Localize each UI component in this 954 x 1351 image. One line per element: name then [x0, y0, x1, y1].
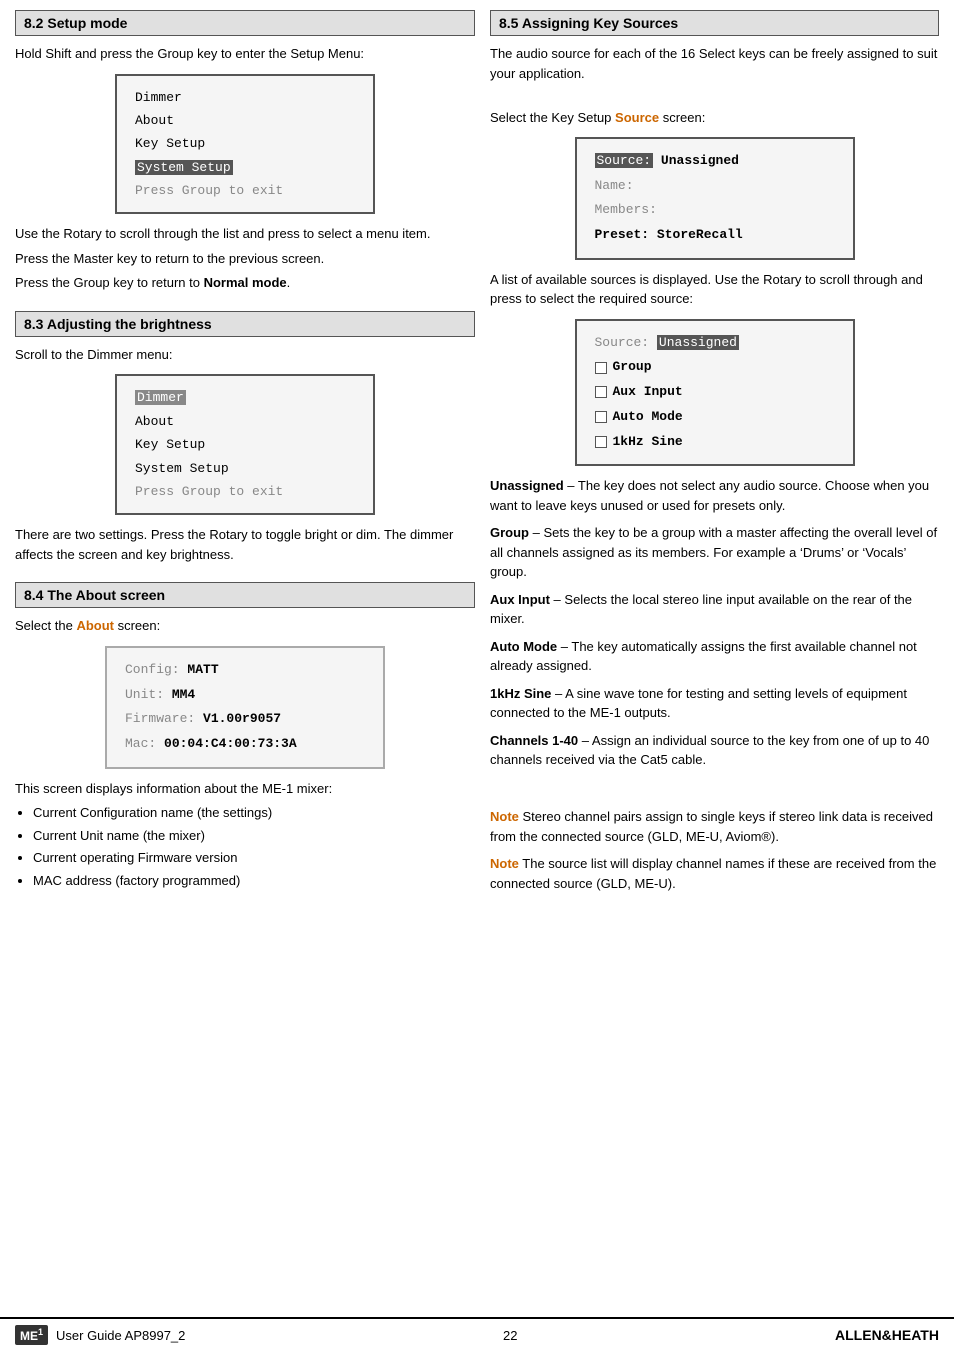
about-unit: Unit: MM4 [125, 683, 365, 708]
menu-item-pressgroup: Press Group to exit [135, 179, 355, 202]
menu-item-systemsetup: System Setup [135, 156, 355, 179]
source-list-aux: Aux Input [595, 380, 835, 405]
section-83: 8.3 Adjusting the brightness Scroll to t… [15, 311, 475, 564]
menu-item-about: About [135, 109, 355, 132]
left-column: 8.2 Setup mode Hold Shift and press the … [15, 10, 475, 1307]
desc-unassigned: Unassigned – The key does not select any… [490, 476, 939, 515]
note-2: Note The source list will display channe… [490, 854, 939, 893]
checkbox-group [595, 362, 607, 374]
section-85-source-list: Source: Unassigned Group Aux Input Auto … [575, 319, 855, 466]
section-83-menu: Dimmer About Key Setup System Setup Pres… [115, 374, 375, 515]
desc-1khz: 1kHz Sine – A sine wave tone for testing… [490, 684, 939, 723]
section-82-menu: Dimmer About Key Setup System Setup Pres… [115, 74, 375, 215]
section-85: 8.5 Assigning Key Sources The audio sour… [490, 10, 939, 893]
desc-group: Group – Sets the key to be a group with … [490, 523, 939, 582]
bullet-4: MAC address (factory programmed) [33, 871, 475, 891]
desc-automode: Auto Mode – The key automatically assign… [490, 637, 939, 676]
desc-aux: Aux Input – Selects the local stereo lin… [490, 590, 939, 629]
about-mac: Mac: 00:04:C4:00:73:3A [125, 732, 365, 757]
source-row-name: Name: [595, 174, 835, 199]
section-84-body: Select the About screen: Config: MATT Un… [15, 616, 475, 890]
right-column: 8.5 Assigning Key Sources The audio sour… [490, 10, 939, 1307]
menu-item-keysetup: Key Setup [135, 132, 355, 155]
section-84: 8.4 The About screen Select the About sc… [15, 582, 475, 890]
section-85-header: 8.5 Assigning Key Sources [490, 10, 939, 36]
checkbox-aux [595, 386, 607, 398]
source-row-source: Source: Unassigned [595, 149, 835, 174]
source-list-source-label: Source: Unassigned [595, 331, 835, 356]
about-config: Config: MATT [125, 658, 365, 683]
menu-item-systemsetup-83: System Setup [135, 457, 355, 480]
footer-page-number: 22 [503, 1328, 517, 1343]
note-1: Note Stereo channel pairs assign to sing… [490, 807, 939, 846]
menu-item-dimmer: Dimmer [135, 86, 355, 109]
source-row-members: Members: [595, 198, 835, 223]
source-row-preset: Preset: StoreRecall [595, 223, 835, 248]
menu-item-pressgroup-83: Press Group to exit [135, 480, 355, 503]
source-list-1khz: 1kHz Sine [595, 430, 835, 455]
footer-guide-text: User Guide AP8997_2 [56, 1328, 185, 1343]
bullet-1: Current Configuration name (the settings… [33, 803, 475, 823]
footer: ME1 User Guide AP8997_2 22 ALLEN&HEATH [0, 1317, 954, 1351]
menu-item-keysetup-83: Key Setup [135, 433, 355, 456]
checkbox-1khz [595, 436, 607, 448]
section-82: 8.2 Setup mode Hold Shift and press the … [15, 10, 475, 293]
checkbox-automode [595, 411, 607, 423]
section-85-notes: Note Stereo channel pairs assign to sing… [490, 807, 939, 893]
menu-item-dimmer-selected: Dimmer [135, 386, 355, 409]
section-84-bullets: Current Configuration name (the settings… [33, 803, 475, 890]
badge-super: 1 [38, 1327, 43, 1337]
menu-item-about-83: About [135, 410, 355, 433]
footer-left: ME1 User Guide AP8997_2 [15, 1325, 185, 1345]
section-85-descriptions: Unassigned – The key does not select any… [490, 476, 939, 770]
footer-brand: ALLEN&HEATH [835, 1327, 939, 1343]
section-84-header: 8.4 The About screen [15, 582, 475, 608]
section-85-source-box: Source: Unassigned Name: Members: Preset… [575, 137, 855, 260]
desc-channels: Channels 1-40 – Assign an individual sou… [490, 731, 939, 770]
bullet-3: Current operating Firmware version [33, 848, 475, 868]
section-84-about-box: Config: MATT Unit: MM4 Firmware: V1.00r9… [105, 646, 385, 769]
me1-badge: ME1 [15, 1325, 48, 1345]
section-85-body: The audio source for each of the 16 Sele… [490, 44, 939, 893]
main-content: 8.2 Setup mode Hold Shift and press the … [0, 0, 954, 1317]
about-firmware: Firmware: V1.00r9057 [125, 707, 365, 732]
bullet-2: Current Unit name (the mixer) [33, 826, 475, 846]
section-83-body: Scroll to the Dimmer menu: Dimmer About … [15, 345, 475, 564]
page: 8.2 Setup mode Hold Shift and press the … [0, 0, 954, 1351]
section-82-header: 8.2 Setup mode [15, 10, 475, 36]
source-list-automode: Auto Mode [595, 405, 835, 430]
section-82-body: Hold Shift and press the Group key to en… [15, 44, 475, 293]
section-83-header: 8.3 Adjusting the brightness [15, 311, 475, 337]
source-list-group: Group [595, 355, 835, 380]
